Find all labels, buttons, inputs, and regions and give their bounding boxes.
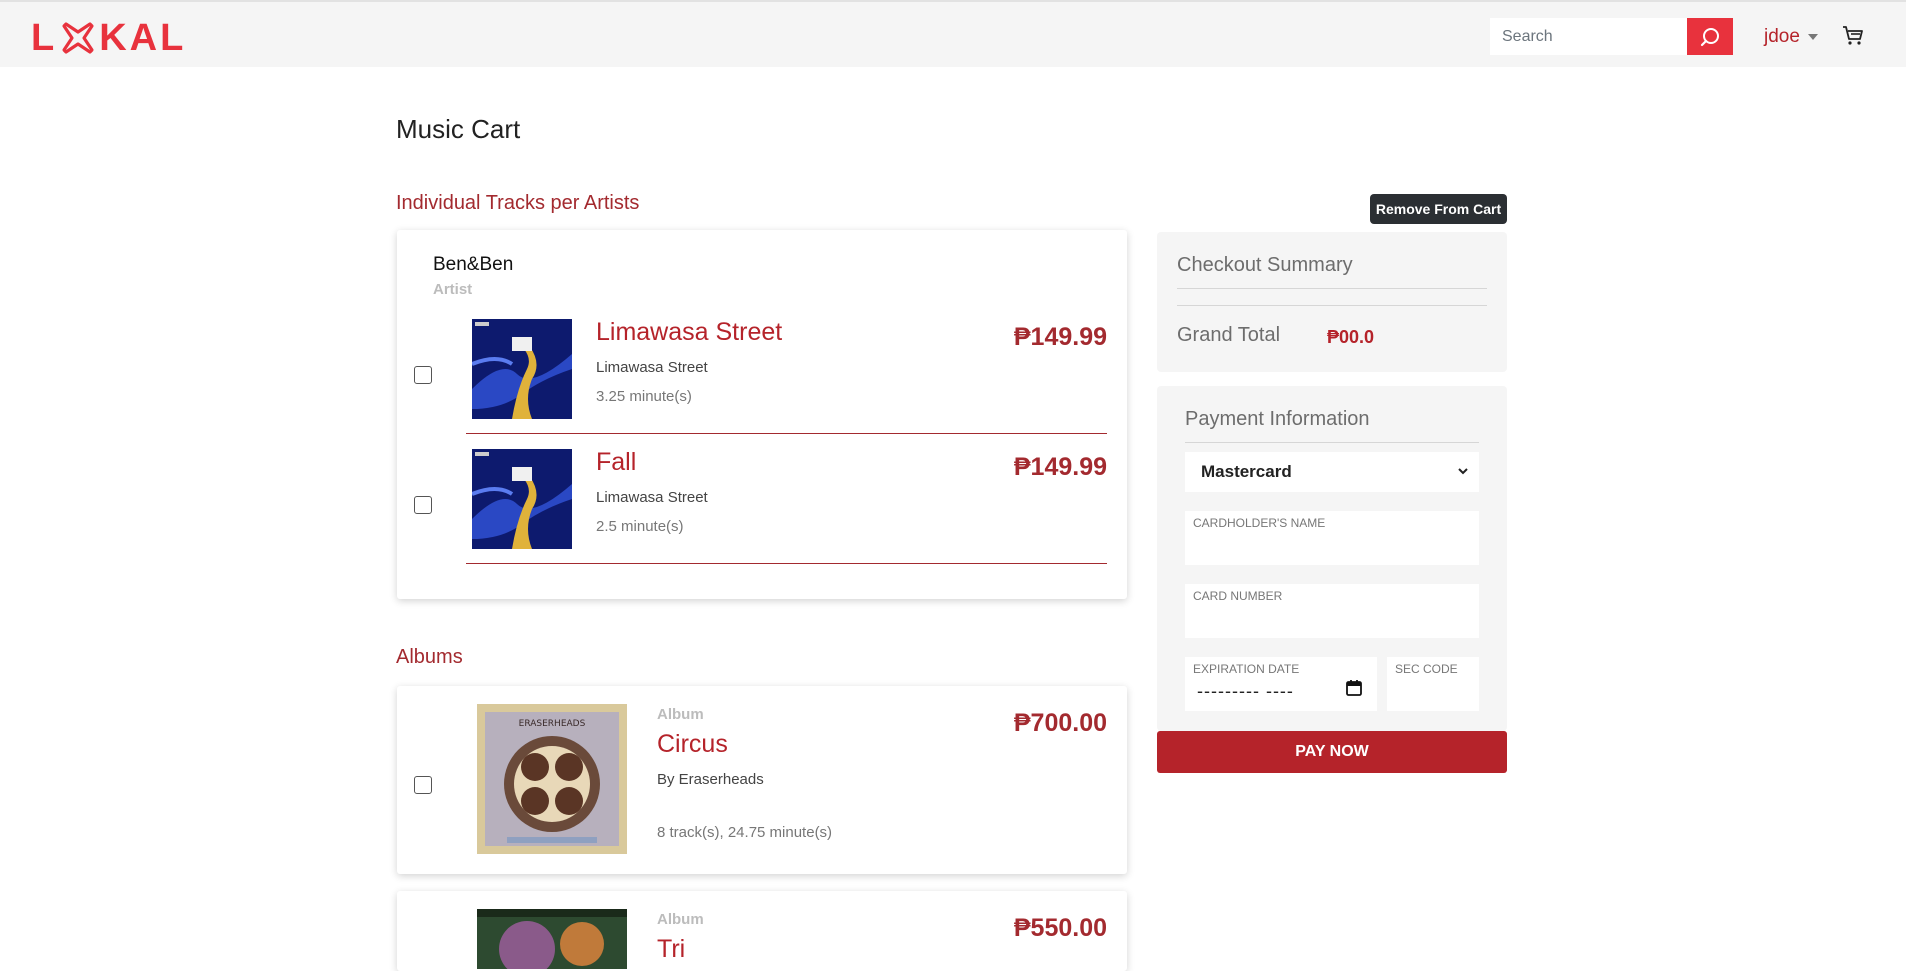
- album-label: Album: [657, 911, 704, 928]
- album-title[interactable]: Circus: [657, 730, 728, 759]
- expiration-date-field[interactable]: EXPIRATION DATE --------- ----: [1185, 657, 1377, 711]
- logo-letter-l: L: [31, 16, 58, 59]
- track-price: ₱149.99: [1013, 453, 1107, 481]
- track-duration: 3.25 minute(s): [596, 388, 692, 405]
- user-menu[interactable]: jdoe: [1764, 24, 1818, 50]
- username: jdoe: [1764, 26, 1800, 47]
- grand-total-label: Grand Total: [1177, 324, 1281, 346]
- album-card: ERASERHEADS Album Circus By Eraserheads …: [397, 686, 1127, 874]
- brand-logo[interactable]: L KAL: [31, 16, 187, 59]
- sec-code-field[interactable]: SEC CODE: [1387, 657, 1479, 711]
- tracks-section-title: Individual Tracks per Artists: [396, 192, 640, 214]
- track-title[interactable]: Limawasa Street: [596, 318, 782, 347]
- calendar-icon[interactable]: [1345, 679, 1363, 697]
- payment-information-title: Payment Information: [1185, 408, 1370, 430]
- card-type-select[interactable]: Mastercard: [1185, 452, 1479, 492]
- grand-total-value: ₱00.0: [1327, 327, 1375, 347]
- payment-information-panel: Payment Information Mastercard CARDHOLDE…: [1157, 386, 1507, 731]
- albums-section-title: Albums: [396, 646, 463, 668]
- album-meta: 8 track(s), 24.75 minute(s): [657, 824, 833, 841]
- card-type-value: Mastercard: [1201, 462, 1292, 481]
- logo-mark-icon: [60, 20, 96, 56]
- caret-down-icon: [1807, 34, 1818, 40]
- search-input[interactable]: [1490, 18, 1687, 55]
- page-title: Music Cart: [396, 114, 521, 144]
- artist-tracks-card: Ben&Ben Artist Limawasa Street Limawasa …: [397, 230, 1127, 599]
- expiration-date-label: EXPIRATION DATE: [1193, 662, 1300, 676]
- top-navbar: L KAL jdoe: [0, 0, 1906, 67]
- track-cover-image: [471, 449, 572, 549]
- checkout-summary-panel: Checkout Summary Grand Total ₱00.0: [1157, 232, 1507, 372]
- artist-name: Ben&Ben: [433, 254, 514, 275]
- summary-divider: [1177, 288, 1487, 289]
- card-number-label: CARD NUMBER: [1193, 589, 1283, 603]
- track-divider: [466, 563, 1107, 564]
- logo-letters-kal: KAL: [99, 16, 187, 59]
- artist-label: Artist: [433, 281, 473, 298]
- checkout-summary-title: Checkout Summary: [1177, 254, 1353, 276]
- search-button[interactable]: [1687, 18, 1733, 55]
- chevron-down-icon: [1458, 468, 1468, 475]
- payment-divider: [1185, 442, 1479, 443]
- remove-from-cart-tooltip: Remove From Cart: [1370, 194, 1507, 224]
- album-artist: By Eraserheads: [657, 771, 764, 788]
- cardholder-name-field[interactable]: CARDHOLDER'S NAME: [1185, 511, 1479, 565]
- card-number-field[interactable]: CARD NUMBER: [1185, 584, 1479, 638]
- search-icon: [1700, 27, 1719, 46]
- track-duration: 2.5 minute(s): [596, 518, 684, 535]
- expiration-date-value: --------- ----: [1197, 681, 1294, 701]
- summary-divider: [1177, 305, 1487, 306]
- track-price: ₱149.99: [1013, 323, 1107, 351]
- album-price: ₱550.00: [1013, 914, 1107, 942]
- track-cover-image: [471, 319, 572, 419]
- track-divider: [466, 433, 1107, 434]
- track-checkbox[interactable]: [414, 366, 432, 384]
- album-checkbox[interactable]: [414, 776, 432, 794]
- album-title[interactable]: Tri: [657, 935, 685, 964]
- album-cover-image: [477, 909, 627, 971]
- svg-text:ERASERHEADS: ERASERHEADS: [519, 719, 586, 729]
- album-cover-image: ERASERHEADS: [477, 704, 627, 854]
- sec-code-label: SEC CODE: [1395, 662, 1458, 676]
- track-title[interactable]: Fall: [596, 448, 636, 477]
- album-label: Album: [657, 706, 704, 723]
- album-price: ₱700.00: [1013, 709, 1107, 737]
- track-checkbox[interactable]: [414, 496, 432, 514]
- cardholder-name-label: CARDHOLDER'S NAME: [1193, 516, 1326, 530]
- track-album: Limawasa Street: [596, 359, 708, 376]
- track-album: Limawasa Street: [596, 489, 708, 506]
- album-card: Album Tri ₱550.00: [397, 891, 1127, 971]
- pay-now-button[interactable]: PAY NOW: [1157, 731, 1507, 773]
- shopping-cart-icon[interactable]: [1841, 23, 1865, 47]
